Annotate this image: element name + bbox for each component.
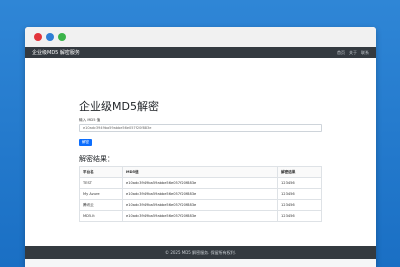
window-titlebar <box>25 27 376 47</box>
header-md5: MD5值 <box>122 166 278 178</box>
cell-md5: e10adc3949ba59abbe56e057f20f883e <box>122 210 278 222</box>
nav-link-home[interactable]: 首页 <box>337 50 345 56</box>
md5-input[interactable]: e10adc3949ba59abbe56e057f20f883e <box>79 124 322 132</box>
close-window-dot[interactable] <box>34 33 42 41</box>
cell-platform: MD5.It <box>79 210 123 222</box>
page-footer: © 2025 MD5 解密服务. 保留所有权利. <box>25 246 376 259</box>
nav-link-contact[interactable]: 联系 <box>361 50 369 56</box>
table-row: My Azure e10adc3949ba59abbe56e057f20f883… <box>79 188 322 200</box>
cell-platform: My Azure <box>79 188 123 200</box>
nav-link-about[interactable]: 关于 <box>349 50 357 56</box>
results-title: 解密结果： <box>79 155 114 163</box>
cell-platform: 腾讯云 <box>79 199 123 211</box>
header-platform: 平台名 <box>79 166 123 178</box>
cell-result: 123456 <box>277 188 322 200</box>
results-table: 平台名 MD5值 解密结果 TEST e10adc3949ba59abbe56e… <box>79 166 322 222</box>
maximize-window-dot[interactable] <box>58 33 66 41</box>
table-row: MD5.It e10adc3949ba59abbe56e057f20f883e … <box>79 210 322 222</box>
md5-input-label: 输入 MD5 值 <box>79 118 101 122</box>
table-row: 腾讯云 e10adc3949ba59abbe56e057f20f883e 123… <box>79 199 322 211</box>
table-header-row: 平台名 MD5值 解密结果 <box>79 166 322 178</box>
cell-result: 123456 <box>277 210 322 222</box>
main-content: 企业级MD5解密 输入 MD5 值 e10adc3949ba59abbe56e0… <box>25 58 376 259</box>
navbar-brand[interactable]: 企业级MD5 解密服务 <box>32 49 80 56</box>
decrypt-button[interactable]: 解密 <box>79 139 92 146</box>
cell-md5: e10adc3949ba59abbe56e057f20f883e <box>122 177 278 189</box>
minimize-window-dot[interactable] <box>46 33 54 41</box>
table-row: TEST e10adc3949ba59abbe56e057f20f883e 12… <box>79 177 322 189</box>
cell-result: 123456 <box>277 177 322 189</box>
cell-md5: e10adc3949ba59abbe56e057f20f883e <box>122 199 278 211</box>
top-navbar: 企业级MD5 解密服务 首页 关于 联系 <box>25 47 376 58</box>
page-title: 企业级MD5解密 <box>79 100 159 113</box>
cell-result: 123456 <box>277 199 322 211</box>
header-result: 解密结果 <box>277 166 322 178</box>
navbar-links: 首页 关于 联系 <box>337 50 369 56</box>
cell-platform: TEST <box>79 177 123 189</box>
cell-md5: e10adc3949ba59abbe56e057f20f883e <box>122 188 278 200</box>
browser-window: 企业级MD5 解密服务 首页 关于 联系 企业级MD5解密 输入 MD5 值 e… <box>25 27 376 267</box>
